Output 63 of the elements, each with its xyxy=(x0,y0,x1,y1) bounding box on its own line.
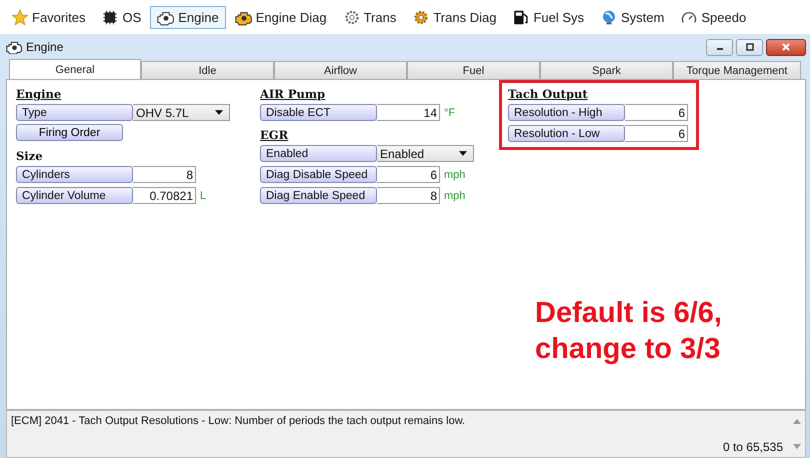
down-arrow-icon xyxy=(793,444,801,449)
input-field[interactable]: 6 xyxy=(377,166,440,183)
input-field[interactable]: 14 xyxy=(377,104,440,121)
up-arrow-icon xyxy=(793,419,801,424)
toolbar-button[interactable]: Trans xyxy=(336,6,404,28)
window-title: Engine xyxy=(26,40,64,54)
section-heading: Tach Output xyxy=(508,87,589,101)
tab[interactable]: Spark xyxy=(540,61,673,79)
field-label: Resolution - Low xyxy=(508,125,625,142)
section-heading: Engine xyxy=(16,87,62,101)
gear-icon xyxy=(412,8,430,26)
minimize-button[interactable] xyxy=(706,38,733,56)
caret-icon xyxy=(459,151,467,156)
section-heading: EGR xyxy=(260,128,290,142)
range-text: 0 to 65,535 xyxy=(722,440,783,454)
field-label: Disable ECT xyxy=(260,104,377,121)
toolbar-button[interactable]: OS xyxy=(94,6,148,28)
tab[interactable]: Airflow xyxy=(274,61,407,79)
toolbar-button[interactable]: Trans Diag xyxy=(405,6,504,28)
field-label: Resolution - High xyxy=(508,104,625,121)
gear-icon xyxy=(342,8,361,26)
dropdown[interactable]: OHV 5.7L xyxy=(133,104,230,121)
close-button[interactable] xyxy=(766,38,806,56)
field-label: Diag Enable Speed xyxy=(260,187,377,204)
annotation-text: Default is 6/6, xyxy=(535,296,722,331)
maximize-icon xyxy=(744,42,754,52)
close-icon xyxy=(781,42,791,52)
engine-icon xyxy=(6,40,23,54)
unit-label: L xyxy=(200,190,206,202)
input-field[interactable]: 8 xyxy=(377,187,440,204)
toolbar-button[interactable]: System xyxy=(593,6,672,28)
tab[interactable]: Fuel xyxy=(407,61,540,79)
section-heading: Size xyxy=(16,149,44,163)
unit-label: mph xyxy=(444,168,466,180)
input-field[interactable]: 6 xyxy=(625,104,688,121)
input-field[interactable]: 6 xyxy=(625,125,688,142)
field-label: Type xyxy=(16,104,133,121)
tab[interactable]: General xyxy=(9,59,141,79)
star-icon xyxy=(11,8,29,26)
dropdown[interactable]: Enabled xyxy=(377,145,474,162)
toolbar-button[interactable]: Speedo xyxy=(673,6,754,28)
annotation-text: change to 3/3 xyxy=(535,332,722,367)
fuel-pump-icon xyxy=(512,8,530,26)
toolbar-button[interactable]: Favorites xyxy=(4,6,92,28)
input-field[interactable]: 8 xyxy=(133,166,196,183)
description-text: [ECM] 2041 - Tach Output Resolutions - Low: Number of periods the tach output remains low. xyxy=(11,415,466,427)
toolbar-button[interactable]: Engine Diag xyxy=(228,6,334,28)
tab[interactable]: Torque Management xyxy=(673,61,801,79)
unit-label: mph xyxy=(444,190,466,202)
unit-label: °F xyxy=(444,106,456,118)
field-label: Enabled xyxy=(260,145,377,162)
maximize-button[interactable] xyxy=(736,38,763,56)
toolbar-button[interactable]: Fuel Sys xyxy=(505,6,592,28)
field-label: Cylinders xyxy=(16,166,133,183)
field-label: Diag Disable Speed xyxy=(260,166,377,183)
chip-icon xyxy=(101,8,120,26)
tab[interactable]: Idle xyxy=(141,61,274,79)
toolbar-button[interactable]: Engine xyxy=(150,6,226,28)
section-heading: AIR Pump xyxy=(260,87,326,101)
firing-order-button[interactable]: Firing Order xyxy=(16,124,123,141)
input-field[interactable]: 0.70821 xyxy=(133,187,196,204)
field-label: Cylinder Volume xyxy=(16,187,133,204)
caret-icon xyxy=(215,110,223,115)
